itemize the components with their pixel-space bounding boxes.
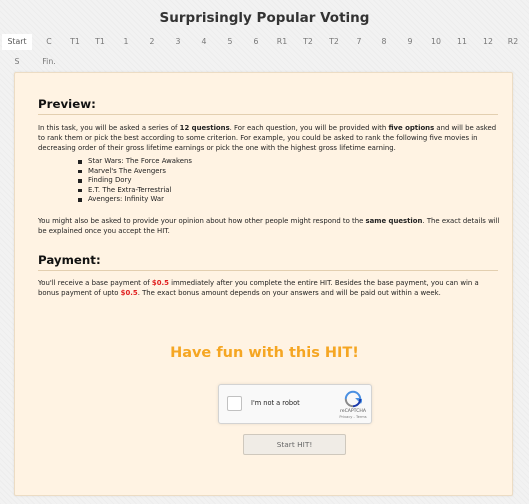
content-panel: Preview: In this task, you will be asked… <box>14 72 513 496</box>
step-12[interactable]: 12 <box>476 34 500 50</box>
payment-text: You'll receive a base payment of $0.5 im… <box>38 279 479 297</box>
fun-message: Have fun with this HIT! <box>170 345 359 361</box>
movie-list: Star Wars: The Force Awakens Marvel's Th… <box>78 157 192 205</box>
step-10[interactable]: 10 <box>424 34 448 50</box>
step-fin[interactable]: Fin. <box>37 54 61 70</box>
step-t2-b[interactable]: T2 <box>322 34 346 50</box>
recaptcha-checkbox[interactable] <box>227 396 242 411</box>
preview-intro: In this task, you will be asked a series… <box>38 124 497 152</box>
base-amount: $0.5 <box>151 279 169 287</box>
step-8[interactable]: 8 <box>372 34 396 50</box>
step-5[interactable]: 5 <box>218 34 242 50</box>
recaptcha-terms[interactable]: Privacy - Terms <box>333 415 373 419</box>
list-item: E.T. The Extra-Terrestrial <box>78 186 192 196</box>
payment-heading: Payment: <box>38 253 498 271</box>
step-row-2: S Fin. <box>0 54 529 70</box>
step-11[interactable]: 11 <box>450 34 474 50</box>
step-r2[interactable]: R2 <box>501 34 525 50</box>
step-7[interactable]: 7 <box>347 34 371 50</box>
step-t1-b[interactable]: T1 <box>88 34 112 50</box>
list-item: Finding Dory <box>78 176 192 186</box>
start-hit-button[interactable]: Start HIT! <box>243 434 346 455</box>
step-t2-a[interactable]: T2 <box>296 34 320 50</box>
preview-heading: Preview: <box>38 97 498 115</box>
recaptcha-brand: reCAPTCHA <box>339 409 367 414</box>
step-2[interactable]: 2 <box>140 34 164 50</box>
list-item: Star Wars: The Force Awakens <box>78 157 192 167</box>
recaptcha-logo-icon <box>344 390 362 408</box>
step-s[interactable]: S <box>5 54 29 70</box>
step-1[interactable]: 1 <box>114 34 138 50</box>
step-t1-a[interactable]: T1 <box>63 34 87 50</box>
step-c[interactable]: C <box>37 34 61 50</box>
recaptcha-widget: I'm not a robot reCAPTCHA Privacy - Term… <box>218 384 372 424</box>
list-item: Marvel's The Avengers <box>78 167 192 177</box>
bonus-amount: $0.5 <box>120 289 138 297</box>
step-6[interactable]: 6 <box>244 34 268 50</box>
step-start[interactable]: Start <box>2 34 32 50</box>
step-r1[interactable]: R1 <box>270 34 294 50</box>
step-9[interactable]: 9 <box>398 34 422 50</box>
step-3[interactable]: 3 <box>166 34 190 50</box>
preview-followup: You might also be asked to provide your … <box>38 217 500 235</box>
recaptcha-label: I'm not a robot <box>251 399 300 407</box>
step-row-1: Start C T1 T1 1 2 3 4 5 6 R1 T2 T2 7 8 9… <box>0 34 529 50</box>
list-item: Avengers: Infinity War <box>78 195 192 205</box>
page-title: Surprisingly Popular Voting <box>159 10 370 26</box>
step-4[interactable]: 4 <box>192 34 216 50</box>
